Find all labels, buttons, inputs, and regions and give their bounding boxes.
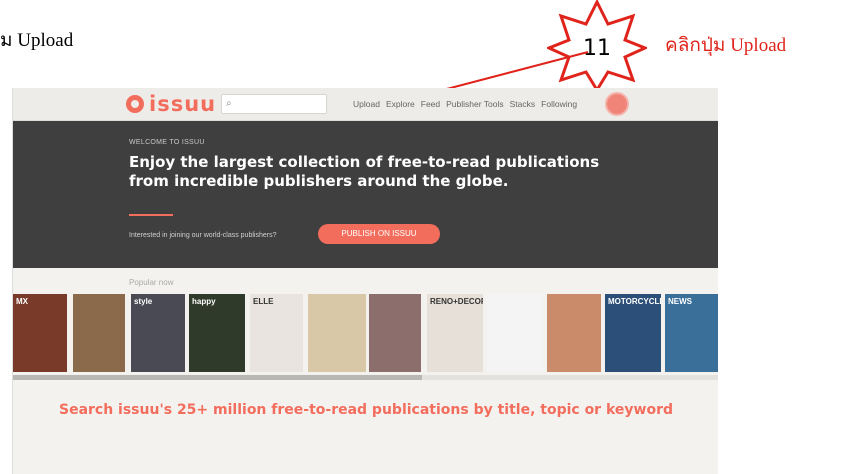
hero-eyebrow: WELCOME TO ISSUU	[129, 139, 205, 146]
nav-following[interactable]: Following	[541, 99, 577, 109]
magazine-cover[interactable]	[487, 294, 543, 372]
hero-invite-text: Interested in joining our world-class pu…	[129, 232, 277, 239]
search-cta-text: Search issuu's 25+ million free-to-read …	[58, 402, 673, 418]
hero-divider	[129, 214, 173, 216]
magazine-cover[interactable]	[369, 294, 421, 372]
magazine-cover[interactable]: RENO+DECOR	[427, 294, 483, 372]
hero-banner: WELCOME TO ISSUU Enjoy the largest colle…	[13, 121, 718, 268]
magazine-cover[interactable]	[73, 294, 125, 372]
instruction-label: คลิกปุ่ม Upload	[665, 35, 787, 56]
cover-title: NEWS	[668, 297, 692, 306]
avatar[interactable]	[605, 92, 629, 116]
nav-stacks[interactable]: Stacks	[510, 99, 536, 109]
cover-title: style	[134, 297, 153, 306]
nav-publisher-tools[interactable]: Publisher Tools	[446, 99, 504, 109]
hero-headline: Enjoy the largest collection of free-to-…	[129, 153, 600, 190]
popular-covers-row: MX style happy ELLE RENO+DECOR MOTORCYCLE NEWS	[13, 294, 718, 378]
cover-title: MOTORCYCLE	[608, 297, 661, 306]
logo-text: issuu	[149, 92, 217, 116]
magazine-cover[interactable]	[308, 294, 366, 372]
search-input[interactable]: ⌕	[221, 94, 327, 114]
site-header: issuu ⌕ Upload Explore Feed Publisher To…	[13, 88, 718, 121]
main-nav: Upload Explore Feed Publisher Tools Stac…	[353, 99, 577, 109]
search-icon: ⌕	[226, 98, 232, 109]
nav-explore[interactable]: Explore	[386, 99, 415, 109]
nav-upload[interactable]: Upload	[353, 99, 380, 109]
publish-button[interactable]: PUBLISH ON ISSUU	[318, 224, 440, 244]
magazine-cover[interactable]	[547, 294, 601, 372]
nav-feed[interactable]: Feed	[421, 99, 440, 109]
magazine-cover[interactable]: MX	[13, 294, 67, 372]
cover-title: RENO+DECOR	[430, 297, 483, 306]
cover-title: happy	[192, 297, 216, 306]
instruction-fragment: ม Upload	[0, 30, 74, 51]
popular-heading: Popular now	[129, 278, 174, 287]
scrollbar-thumb[interactable]	[13, 375, 423, 380]
magazine-cover[interactable]: MOTORCYCLE	[605, 294, 661, 372]
magazine-cover[interactable]: style	[131, 294, 185, 372]
logo-mark-icon	[126, 95, 144, 113]
cover-title: MX	[16, 297, 28, 306]
cover-title: ELLE	[253, 297, 274, 306]
magazine-cover[interactable]: ELLE	[250, 294, 303, 372]
magazine-cover[interactable]: happy	[189, 294, 245, 372]
covers-scrollbar[interactable]	[13, 375, 718, 380]
magazine-cover[interactable]: NEWS	[665, 294, 718, 372]
issuu-logo[interactable]: issuu	[126, 91, 216, 117]
browser-viewport: issuu ⌕ Upload Explore Feed Publisher To…	[12, 88, 718, 474]
